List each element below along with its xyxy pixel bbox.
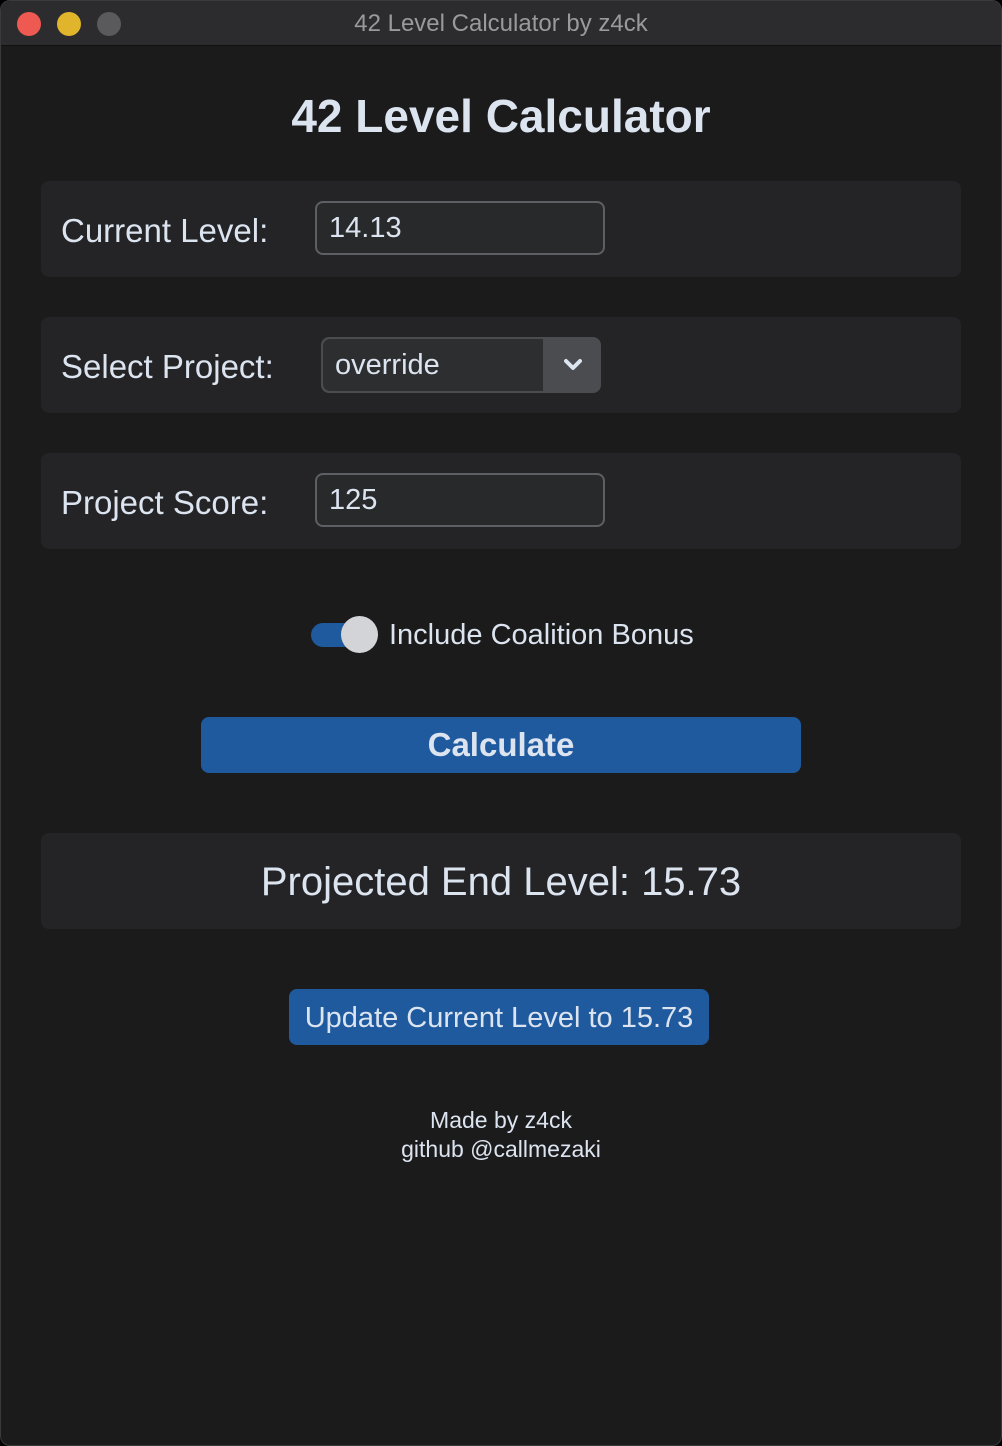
footer-github: github @callmezaki [401, 1136, 601, 1162]
toggle-knob[interactable] [341, 616, 378, 653]
projected-end-level: Projected End Level: 15.73 [260, 860, 742, 904]
score-label: Project Score: [61, 484, 269, 521]
current-level-panel: Current Level: [41, 181, 961, 277]
title-bar[interactable]: 42 Level Calculator by z4ck [1, 1, 1001, 46]
chevron-down-icon[interactable] [545, 337, 601, 393]
project-label: Select Project: [61, 348, 274, 385]
project-panel: Select Project: override [41, 317, 961, 413]
footer-credit: Made by z4ck [430, 1107, 572, 1133]
score-input[interactable] [315, 473, 605, 527]
current-level-label: Current Level: [61, 212, 269, 249]
page-title: 42 Level Calculator [291, 90, 711, 142]
app-window: 42 Level Calculator by z4ck 42 Level Cal… [0, 0, 1002, 1446]
current-level-input[interactable] [315, 201, 605, 255]
calculate-button[interactable]: Calculate [201, 717, 801, 773]
window-title: 42 Level Calculator by z4ck [354, 10, 648, 37]
coalition-bonus-toggle[interactable] [311, 616, 378, 653]
project-select[interactable]: override [321, 337, 601, 393]
coalition-bonus-row: Include Coalition Bonus [1, 613, 1001, 657]
update-level-button[interactable]: Update Current Level to 15.73 [289, 989, 709, 1045]
project-select-value: override [323, 339, 543, 391]
coalition-bonus-label[interactable]: Include Coalition Bonus [389, 613, 694, 657]
score-panel: Project Score: [41, 453, 961, 549]
result-panel: Projected End Level: 15.73 [41, 833, 961, 929]
